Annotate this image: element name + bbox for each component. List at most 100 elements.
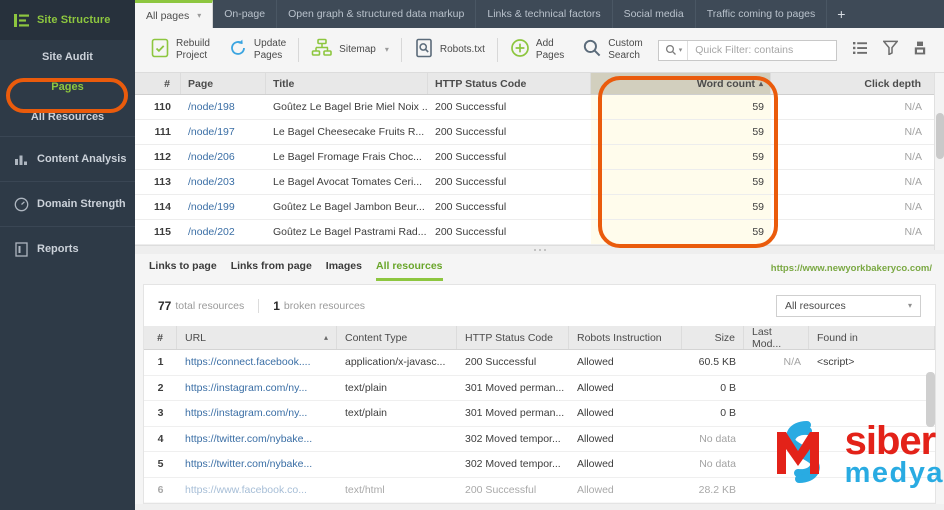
tab-links-to-page[interactable]: Links to page — [149, 260, 217, 281]
custom-search-button[interactable]: Custom Search — [573, 31, 651, 69]
sidebar-item-site-audit[interactable]: Site Audit — [0, 42, 135, 72]
cell-content-type: text/plain — [345, 381, 388, 394]
resource-link[interactable]: https://twitter.com/nybake... — [185, 458, 312, 470]
cell-http: 200 Successful — [435, 126, 507, 138]
column-header-word-count[interactable]: Word count ▴ — [591, 73, 771, 94]
table-row[interactable]: 110 /node/198 Goûtez Le Bagel Brie Miel … — [135, 95, 944, 120]
tab-traffic-coming[interactable]: Traffic coming to pages — [696, 0, 828, 28]
resource-link[interactable]: https://instagram.com/ny... — [185, 407, 307, 419]
columns-list-icon[interactable] — [853, 41, 867, 60]
cell-page[interactable]: /node/198 — [181, 95, 266, 119]
table-row[interactable]: 1 https://connect.facebook.... applicati… — [144, 350, 935, 376]
tab-on-page[interactable]: On-page — [213, 0, 278, 28]
cell-res-url[interactable]: https://twitter.com/nybake... — [177, 452, 337, 477]
sidebar-item-pages[interactable]: Pages — [0, 72, 135, 102]
column-header-res-url[interactable]: URL ▴ — [177, 326, 337, 349]
sort-ascending-icon: ▴ — [758, 79, 763, 88]
splitter-drag-handle-icon[interactable] — [533, 249, 546, 251]
resource-link[interactable]: https://instagram.com/ny... — [185, 382, 307, 394]
column-header-found-in[interactable]: Found in — [809, 326, 935, 349]
page-link[interactable]: /node/202 — [188, 226, 235, 238]
resources-filter-select[interactable]: All resources ▾ — [776, 294, 921, 317]
table-row[interactable]: 114 /node/199 Goûtez Le Bagel Jambon Beu… — [135, 195, 944, 220]
resource-link[interactable]: https://www.facebook.co... — [185, 484, 307, 496]
update-pages-button[interactable]: Update Pages — [219, 31, 295, 69]
sidebar-item-reports[interactable]: Reports — [0, 226, 135, 271]
resource-link[interactable]: https://connect.facebook.... — [185, 356, 311, 368]
siber-medya-logo-icon — [757, 411, 839, 498]
page-link[interactable]: /node/203 — [188, 176, 235, 188]
column-header-num[interactable]: # — [135, 73, 181, 94]
column-header-robots-instruction[interactable]: Robots Instruction — [569, 326, 682, 349]
page-link[interactable]: /node/197 — [188, 126, 235, 138]
tab-links-from-page[interactable]: Links from page — [231, 260, 312, 281]
column-header-page[interactable]: Page — [181, 73, 266, 94]
pages-grid-scrollbar-thumb[interactable] — [936, 113, 944, 159]
chevron-down-icon[interactable]: ▾ — [197, 11, 201, 20]
page-link[interactable]: /node/199 — [188, 201, 235, 213]
cell-res-num: 5 — [157, 458, 164, 471]
tab-all-resources[interactable]: All resources — [375, 260, 443, 281]
column-header-last-modified[interactable]: Last Mod... — [744, 326, 809, 350]
toolbar-separator-3 — [496, 38, 498, 62]
panel-splitter[interactable] — [135, 245, 944, 254]
cell-word-count: 59 — [591, 95, 771, 119]
cell-page[interactable]: /node/203 — [181, 170, 266, 194]
cell-res-url[interactable]: https://instagram.com/ny... — [177, 376, 337, 401]
tab-images[interactable]: Images — [326, 260, 362, 281]
sidebar-header-site-structure[interactable]: Site Structure — [0, 0, 135, 40]
cell-http: 200 Successful — [435, 201, 507, 213]
tab-social-media[interactable]: Social media — [613, 0, 696, 28]
column-header-content-type[interactable]: Content Type — [337, 326, 457, 349]
robots-txt-button[interactable]: Robots.txt — [405, 31, 494, 69]
sitemap-button[interactable]: Sitemap ▾ — [302, 31, 398, 69]
sitemap-chevron-down-icon[interactable]: ▾ — [385, 44, 389, 56]
cell-page[interactable]: /node/202 — [181, 220, 266, 244]
custom-search-line1: Custom — [608, 38, 643, 49]
column-header-title[interactable]: Title — [266, 73, 428, 94]
sidebar-item-site-audit-label: Site Audit — [42, 51, 93, 63]
sidebar-item-content-analysis[interactable]: Content Analysis — [0, 136, 135, 181]
table-row[interactable]: 2 https://instagram.com/ny... text/plain… — [144, 376, 935, 401]
column-header-res-num[interactable]: # — [144, 326, 177, 349]
filter-funnel-icon[interactable] — [882, 40, 899, 60]
pages-grid-scrollbar[interactable] — [934, 73, 944, 250]
tab-links-technical[interactable]: Links & technical factors — [476, 0, 613, 28]
table-row[interactable]: 112 /node/206 Le Bagel Fromage Frais Cho… — [135, 145, 944, 170]
cell-page[interactable]: /node/197 — [181, 120, 266, 144]
export-icon[interactable] — [914, 41, 926, 60]
column-header-size[interactable]: Size — [682, 326, 744, 349]
column-header-res-http[interactable]: HTTP Status Code — [457, 326, 569, 349]
cell-res-url[interactable]: https://connect.facebook.... — [177, 350, 337, 375]
quick-filter-search-icon[interactable]: ▾ — [659, 40, 689, 60]
tab-open-graph[interactable]: Open graph & structured data markup — [277, 0, 477, 28]
sidebar-item-all-resources-label: All Resources — [30, 111, 105, 123]
tab-all-pages[interactable]: All pages ▾ — [135, 0, 214, 28]
column-header-http-status[interactable]: HTTP Status Code — [428, 73, 591, 94]
cell-size: No data — [699, 432, 736, 445]
cell-page[interactable]: /node/206 — [181, 145, 266, 169]
table-row[interactable]: 111 /node/197 Le Bagel Cheesecake Fruits… — [135, 120, 944, 145]
tab-all-pages-label: All pages — [146, 9, 190, 22]
sidebar-header-label: Site Structure — [37, 14, 111, 26]
selected-page-url[interactable]: https://www.newyorkbakeryco.com/ — [771, 263, 932, 274]
add-tab-button[interactable]: + — [827, 0, 855, 28]
column-header-click-depth[interactable]: Click depth — [771, 73, 944, 94]
page-link[interactable]: /node/206 — [188, 151, 235, 163]
resource-link[interactable]: https://twitter.com/nybake... — [185, 433, 312, 445]
table-row[interactable]: 115 /node/202 Goûtez Le Bagel Pastrami R… — [135, 220, 944, 245]
cell-res-url[interactable]: https://www.facebook.co... — [177, 478, 337, 503]
cell-size: 0 B — [720, 381, 736, 394]
cell-page[interactable]: /node/199 — [181, 195, 266, 219]
sidebar-item-domain-strength[interactable]: Domain Strength — [0, 181, 135, 226]
quick-filter-box[interactable]: ▾ — [657, 39, 837, 61]
cell-http: 200 Successful — [435, 151, 507, 163]
cell-res-url[interactable]: https://instagram.com/ny... — [177, 401, 337, 426]
rebuild-project-button[interactable]: Rebuild Project — [141, 31, 219, 69]
add-pages-button[interactable]: Add Pages — [501, 31, 573, 69]
cell-res-url[interactable]: https://twitter.com/nybake... — [177, 427, 337, 452]
page-link[interactable]: /node/198 — [188, 101, 235, 113]
quick-filter-input[interactable] — [688, 40, 836, 60]
sidebar-item-all-resources[interactable]: All Resources — [0, 102, 135, 132]
table-row[interactable]: 113 /node/203 Le Bagel Avocat Tomates Ce… — [135, 170, 944, 195]
